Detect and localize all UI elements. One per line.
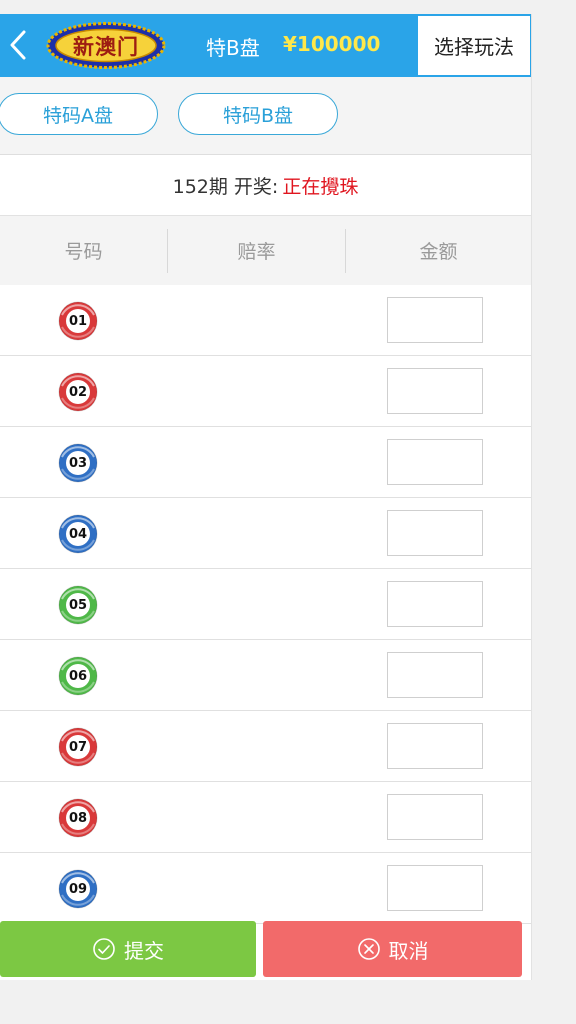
ball-number: 05 xyxy=(66,593,90,617)
submit-label: 提交 xyxy=(124,938,164,963)
lottery-ball-icon: 03 xyxy=(58,443,98,483)
chevron-left-icon xyxy=(10,30,26,60)
ball-number: 04 xyxy=(66,522,90,546)
amount-input[interactable] xyxy=(387,865,483,911)
table-header: 号码 赔率 金额 xyxy=(0,216,531,285)
back-button[interactable] xyxy=(6,28,32,62)
plate-label: 特B盘 xyxy=(206,36,260,60)
amount-input[interactable] xyxy=(387,723,483,769)
column-header-odds: 赔率 xyxy=(237,241,276,263)
draw-period-label: 152期 开奖: xyxy=(172,175,279,198)
table-row: 06 xyxy=(0,640,531,711)
lottery-ball-icon: 04 xyxy=(58,514,98,554)
amount-input[interactable] xyxy=(387,510,483,556)
app-window: 新澳门 特B盘 ¥100000 选择玩法 特码A盘 特码B盘 152期 开奖: … xyxy=(0,14,532,980)
draw-info: 152期 开奖: 正在攪珠 xyxy=(0,155,531,216)
table-row: 05 xyxy=(0,569,531,640)
amount-input[interactable] xyxy=(387,439,483,485)
lottery-ball-icon: 09 xyxy=(58,869,98,909)
lottery-ball-icon: 08 xyxy=(58,798,98,838)
ball-number: 06 xyxy=(66,664,90,688)
submit-button[interactable]: 提交 xyxy=(0,921,256,977)
logo: 新澳门 xyxy=(46,21,166,70)
ball-number: 02 xyxy=(66,380,90,404)
ball-number: 08 xyxy=(66,806,90,830)
plate-tabs: 特码A盘 特码B盘 xyxy=(0,77,531,155)
table-row: 03 xyxy=(0,427,531,498)
table-row: 08 xyxy=(0,782,531,853)
table-row: 07 xyxy=(0,711,531,782)
table-row: 09 xyxy=(0,853,531,924)
cancel-label: 取消 xyxy=(388,938,429,963)
tab-special-b[interactable]: 特码B盘 xyxy=(178,93,338,135)
column-header-number: 号码 xyxy=(64,241,103,263)
amount-input[interactable] xyxy=(387,794,483,840)
ball-number: 07 xyxy=(66,735,90,759)
lottery-ball-icon: 05 xyxy=(58,585,98,625)
cancel-button[interactable]: 取消 xyxy=(263,921,522,977)
table-row: 04 xyxy=(0,498,531,569)
amount-input[interactable] xyxy=(387,368,483,414)
column-header-amount: 金额 xyxy=(419,241,458,263)
ball-number: 01 xyxy=(66,309,90,333)
table-row: 01 xyxy=(0,285,531,356)
tab-special-a[interactable]: 特码A盘 xyxy=(0,93,158,135)
lottery-ball-icon: 06 xyxy=(58,656,98,696)
lottery-ball-icon: 07 xyxy=(58,727,98,767)
balance-amount: ¥100000 xyxy=(283,32,381,56)
logo-text: 新澳门 xyxy=(73,34,139,59)
close-circle-icon xyxy=(357,937,381,961)
top-bar: 新澳门 特B盘 ¥100000 选择玩法 xyxy=(0,14,531,77)
amount-input[interactable] xyxy=(387,581,483,627)
select-play-button[interactable]: 选择玩法 xyxy=(418,16,530,75)
table-row: 02 xyxy=(0,356,531,427)
draw-status: 正在攪珠 xyxy=(282,175,359,198)
amount-input[interactable] xyxy=(387,297,483,343)
ball-number: 03 xyxy=(66,451,90,475)
amount-input[interactable] xyxy=(387,652,483,698)
bet-table-body: 01 02 03 04 05 06 07 08 09 xyxy=(0,285,531,924)
lottery-ball-icon: 01 xyxy=(58,301,98,341)
lottery-ball-icon: 02 xyxy=(58,372,98,412)
check-circle-icon xyxy=(92,937,116,961)
ball-number: 09 xyxy=(66,877,90,901)
